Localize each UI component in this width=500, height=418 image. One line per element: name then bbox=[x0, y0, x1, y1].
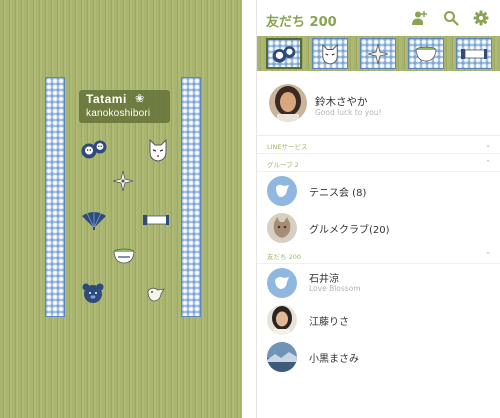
list-item[interactable]: 石井涼 Love Blossom bbox=[257, 264, 500, 301]
tea-bowl-icon bbox=[113, 248, 135, 264]
avatar bbox=[267, 176, 297, 206]
daruma-dolls-icon bbox=[272, 45, 296, 63]
add-friend-icon[interactable] bbox=[411, 10, 427, 26]
tab-timeline[interactable] bbox=[360, 38, 396, 69]
friend-name: 江藤りさ bbox=[309, 317, 349, 328]
section-friends[interactable]: 友だち 200 ⌃ bbox=[257, 246, 500, 264]
tab-more[interactable] bbox=[456, 38, 492, 69]
tab-chats[interactable] bbox=[312, 38, 348, 69]
section-line-services[interactable]: LINEサービス ⌄ bbox=[257, 136, 500, 154]
tab-news[interactable] bbox=[408, 38, 444, 69]
search-icon[interactable] bbox=[443, 10, 459, 26]
section-label: 友だち 200 bbox=[267, 253, 301, 261]
bird-icon bbox=[146, 285, 166, 303]
bear-face-icon bbox=[81, 282, 105, 304]
friend-name: 石井涼 bbox=[309, 274, 339, 285]
settings-icon[interactable] bbox=[473, 10, 489, 26]
theme-subtitle: kanokoshibori bbox=[86, 108, 151, 119]
section-label: LINEサービス bbox=[267, 143, 308, 151]
list-item[interactable]: テニス会 (8) bbox=[257, 172, 500, 209]
avatar bbox=[267, 305, 297, 335]
line-friends-screen: 友だち 200 鈴木さやか Good luck to you! LINEサービス… bbox=[256, 0, 500, 418]
avatar bbox=[267, 213, 297, 243]
friends-list: 鈴木さやか Good luck to you! LINEサービス ⌄ グループ … bbox=[257, 71, 500, 375]
friend-status: Love Blossom bbox=[309, 284, 361, 293]
scroll-icon bbox=[461, 48, 487, 59]
kanoko-border-left bbox=[45, 77, 65, 317]
avatar bbox=[267, 268, 297, 298]
profile-name: 鈴木さやか bbox=[315, 96, 368, 108]
theme-preview: Tatami ❀ kanokoshibori bbox=[0, 0, 242, 418]
kitsune-mask-icon bbox=[148, 138, 168, 162]
kanoko-border-right bbox=[181, 77, 201, 317]
list-item[interactable]: グルメクラブ(20) bbox=[257, 209, 500, 246]
chevron-up-icon: ⌃ bbox=[485, 159, 491, 167]
profile-status: Good luck to you! bbox=[315, 108, 382, 117]
chevron-down-icon: ⌄ bbox=[485, 141, 491, 149]
page-title: 友だち 200 bbox=[266, 15, 337, 30]
theme-title-box: Tatami ❀ kanokoshibori bbox=[79, 90, 170, 123]
friend-name: 小黒まさみ bbox=[309, 354, 359, 365]
kitsune-mask-icon bbox=[322, 43, 338, 64]
shuriken-icon bbox=[368, 43, 388, 64]
avatar bbox=[267, 342, 297, 372]
chevron-up-icon: ⌃ bbox=[485, 251, 491, 259]
tab-friends[interactable] bbox=[266, 38, 302, 69]
section-groups[interactable]: グループ 2 ⌃ bbox=[257, 154, 500, 172]
list-item[interactable]: 小黒まさみ bbox=[257, 338, 500, 375]
group-name: グルメクラブ(20) bbox=[309, 225, 390, 236]
list-item[interactable]: 江藤りさ bbox=[257, 301, 500, 338]
daruma-dolls-icon bbox=[80, 138, 108, 160]
shuriken-icon bbox=[113, 171, 133, 191]
tea-bowl-icon bbox=[415, 46, 437, 61]
tab-bar bbox=[257, 36, 500, 71]
theme-title: Tatami bbox=[86, 92, 127, 106]
group-name: テニス会 (8) bbox=[309, 188, 367, 199]
scroll-icon bbox=[143, 214, 169, 226]
folding-fan-icon bbox=[81, 210, 107, 230]
avatar bbox=[269, 84, 307, 122]
section-label: グループ 2 bbox=[267, 161, 299, 169]
flower-icon: ❀ bbox=[135, 92, 145, 105]
my-profile[interactable]: 鈴木さやか Good luck to you! bbox=[257, 71, 500, 136]
header-bar: 友だち 200 bbox=[257, 0, 500, 36]
